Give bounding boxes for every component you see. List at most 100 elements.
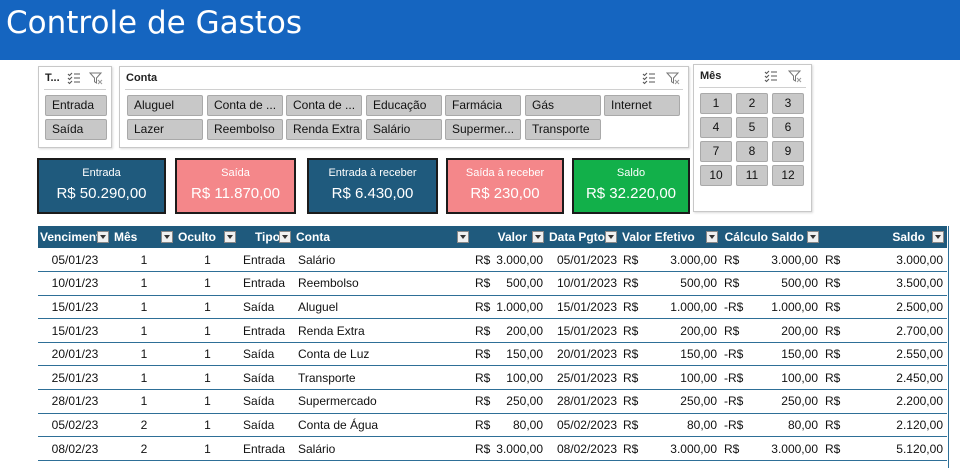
- cell-valor[interactable]: R$ 3.000,00: [472, 248, 547, 273]
- table-row[interactable]: 25/01/23 1 1 Saída Transporte R$ 100,00 25/01/2…: [38, 365, 947, 391]
- multi-select-icon[interactable]: [764, 69, 778, 83]
- table-row[interactable]: 15/01/23 1 1 Saída Aluguel R$ 1.000,00 15/01/20…: [38, 295, 947, 320]
- col-header-saldo[interactable]: Saldo: [822, 226, 947, 248]
- table-row[interactable]: 10/01/23 1 1 Entrada Reembolso R$ 500,00 10/01/…: [38, 271, 947, 296]
- slicer-conta-item[interactable]: Aluguel: [127, 95, 203, 116]
- cell-mes[interactable]: 1: [112, 318, 176, 343]
- cell-oculto[interactable]: 1: [176, 318, 239, 343]
- cell-conta[interactable]: Salário: [294, 436, 472, 461]
- slicer-conta-item[interactable]: Educação: [366, 95, 442, 116]
- cell-valor-efetivo[interactable]: R$ 3.000,00: [620, 436, 721, 461]
- cell-oculto[interactable]: 1: [176, 295, 239, 320]
- multi-select-icon[interactable]: [642, 71, 656, 85]
- slicer-mes-11[interactable]: 11: [736, 165, 768, 186]
- col-header-calculo-saldo[interactable]: Cálculo Saldo: [721, 226, 822, 248]
- table-row[interactable]: 08/02/23 2 1 Entrada Salário R$ 3.000,00 08/02/…: [38, 436, 947, 461]
- cell-valor[interactable]: R$ 150,00: [472, 342, 547, 367]
- cell-valor-efetivo[interactable]: R$ 200,00: [620, 318, 721, 343]
- cell-tipo[interactable]: Entrada: [239, 248, 294, 273]
- cell-data-pgto[interactable]: 10/01/2023: [547, 271, 620, 296]
- table-row[interactable]: 05/02/23 2 1 Saída Conta de Água R$ 80,00 05/02…: [38, 413, 947, 438]
- cell-calculo-saldo[interactable]: R$ 500,00: [721, 271, 822, 296]
- multi-select-icon[interactable]: [67, 71, 81, 85]
- cell-vencimento[interactable]: 15/01/23: [38, 295, 112, 320]
- cell-saldo[interactable]: R$ 3.000,00: [822, 248, 947, 273]
- col-header-vencimento[interactable]: Venciment: [38, 226, 112, 248]
- slicer-conta-item[interactable]: Lazer: [127, 119, 203, 140]
- cell-tipo[interactable]: Entrada: [239, 436, 294, 461]
- filter-dropdown-icon[interactable]: [605, 231, 617, 243]
- slicer-mes-9[interactable]: 9: [772, 141, 804, 162]
- cell-saldo[interactable]: R$ 2.500,00: [822, 295, 947, 320]
- cell-mes[interactable]: 1: [112, 342, 176, 367]
- cell-tipo[interactable]: Entrada: [239, 271, 294, 296]
- cell-calculo-saldo[interactable]: -R$ 1.000,00: [721, 295, 822, 320]
- filter-dropdown-icon[interactable]: [932, 231, 944, 243]
- cell-saldo[interactable]: R$ 5.120,00: [822, 436, 947, 461]
- cell-conta[interactable]: Salário: [294, 248, 472, 273]
- slicer-conta-item[interactable]: Salário: [366, 119, 442, 140]
- cell-data-pgto[interactable]: 28/01/2023: [547, 389, 620, 414]
- table-row[interactable]: 20/01/23 1 1 Saída Conta de Luz R$ 150,00 20/01…: [38, 342, 947, 367]
- cell-calculo-saldo[interactable]: -R$ 250,00: [721, 389, 822, 414]
- cell-vencimento[interactable]: 05/02/23: [38, 413, 112, 438]
- cell-valor-efetivo[interactable]: R$ 100,00: [620, 365, 721, 391]
- slicer-conta-item[interactable]: Conta de ...: [286, 95, 362, 116]
- slicer-mes-6[interactable]: 6: [772, 117, 804, 138]
- cell-oculto[interactable]: 1: [176, 248, 239, 273]
- cell-mes[interactable]: 2: [112, 413, 176, 438]
- filter-dropdown-icon[interactable]: [457, 231, 469, 243]
- cell-oculto[interactable]: 1: [176, 365, 239, 391]
- cell-valor[interactable]: R$ 500,00: [472, 271, 547, 296]
- cell-data-pgto[interactable]: 15/01/2023: [547, 318, 620, 343]
- cell-valor-efetivo[interactable]: R$ 80,00: [620, 413, 721, 438]
- cell-vencimento[interactable]: 25/01/23: [38, 365, 112, 391]
- filter-dropdown-icon[interactable]: [532, 231, 544, 243]
- cell-conta[interactable]: Transporte: [294, 365, 472, 391]
- clear-filter-icon[interactable]: [89, 71, 103, 85]
- cell-valor-efetivo[interactable]: R$ 250,00: [620, 389, 721, 414]
- filter-dropdown-icon[interactable]: [224, 231, 236, 243]
- cell-mes[interactable]: 2: [112, 436, 176, 461]
- cell-calculo-saldo[interactable]: -R$ 100,00: [721, 365, 822, 391]
- slicer-tipo-saida[interactable]: Saída: [45, 119, 107, 140]
- cell-saldo[interactable]: R$ 2.550,00: [822, 342, 947, 367]
- slicer-conta-item[interactable]: Supermer...: [445, 119, 521, 140]
- col-header-valor-efetivo[interactable]: Valor Efetivo: [620, 226, 721, 248]
- cell-conta[interactable]: Conta de Luz: [294, 342, 472, 367]
- slicer-mes-7[interactable]: 7: [700, 141, 732, 162]
- cell-valor-efetivo[interactable]: R$ 150,00: [620, 342, 721, 367]
- cell-saldo[interactable]: R$ 3.500,00: [822, 271, 947, 296]
- cell-data-pgto[interactable]: 05/01/2023: [547, 248, 620, 273]
- cell-mes[interactable]: 1: [112, 271, 176, 296]
- cell-vencimento[interactable]: 05/01/23: [38, 248, 112, 273]
- cell-tipo[interactable]: Saída: [239, 389, 294, 414]
- table-row[interactable]: 15/01/23 1 1 Entrada Renda Extra R$ 200,00 15/0…: [38, 318, 947, 343]
- cell-valor[interactable]: R$ 250,00: [472, 389, 547, 414]
- slicer-mes-8[interactable]: 8: [736, 141, 768, 162]
- slicer-mes-1[interactable]: 1: [700, 93, 732, 114]
- cell-mes[interactable]: 1: [112, 365, 176, 391]
- slicer-conta-item[interactable]: Reembolso: [207, 119, 283, 140]
- cell-data-pgto[interactable]: 08/02/2023: [547, 436, 620, 461]
- col-header-mes[interactable]: Mês: [112, 226, 176, 248]
- cell-vencimento[interactable]: 10/01/23: [38, 271, 112, 296]
- cell-valor-efetivo[interactable]: R$ 1.000,00: [620, 295, 721, 320]
- slicer-conta-item[interactable]: Gás: [525, 95, 601, 116]
- slicer-mes-5[interactable]: 5: [736, 117, 768, 138]
- col-header-tipo[interactable]: Tipo: [239, 226, 294, 248]
- slicer-tipo-entrada[interactable]: Entrada: [45, 95, 107, 116]
- slicer-mes-2[interactable]: 2: [736, 93, 768, 114]
- cell-data-pgto[interactable]: 25/01/2023: [547, 365, 620, 391]
- slicer-conta-item[interactable]: Renda Extra: [286, 119, 362, 140]
- cell-conta[interactable]: Renda Extra: [294, 318, 472, 343]
- cell-saldo[interactable]: R$ 2.200,00: [822, 389, 947, 414]
- cell-mes[interactable]: 1: [112, 295, 176, 320]
- cell-valor-efetivo[interactable]: R$ 500,00: [620, 271, 721, 296]
- slicer-mes-3[interactable]: 3: [772, 93, 804, 114]
- slicer-mes-4[interactable]: 4: [700, 117, 732, 138]
- cell-valor-efetivo[interactable]: R$ 3.000,00: [620, 248, 721, 273]
- cell-mes[interactable]: 1: [112, 248, 176, 273]
- table-row[interactable]: 05/01/23 1 1 Entrada Salário R$ 3.000,00 05/01/…: [38, 248, 947, 273]
- table-row[interactable]: 28/01/23 1 1 Saída Supermercado R$ 250,00 28/01…: [38, 389, 947, 414]
